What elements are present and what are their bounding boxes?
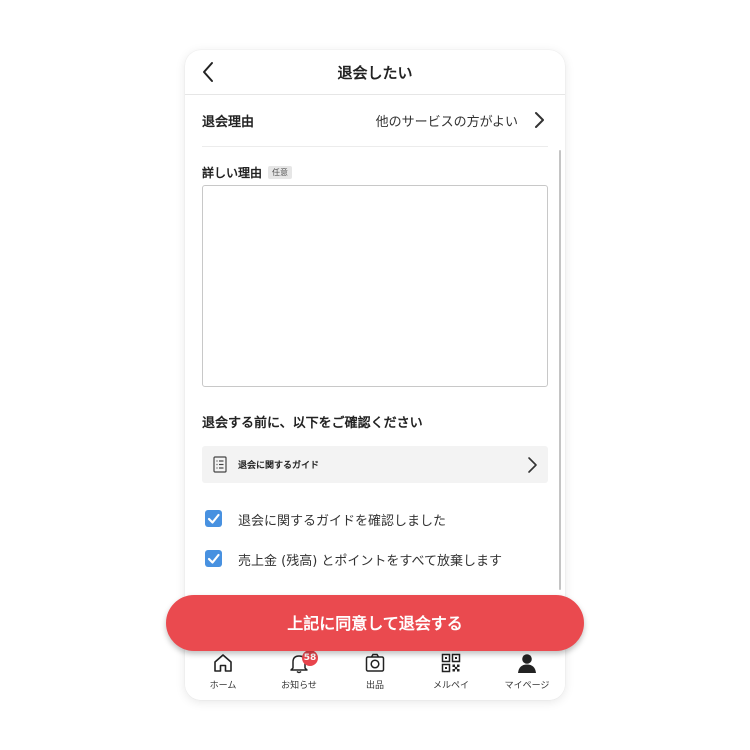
tab-label: お知らせ (281, 681, 317, 691)
checkbox-label: 退会に関するガイドを確認しました (238, 514, 447, 529)
person-icon (518, 654, 536, 673)
chevron-right-icon (535, 112, 544, 128)
tab-label: 出品 (365, 681, 384, 691)
checkbox-label: 売上金 (残高) とポイントをすべて放棄します (238, 554, 502, 569)
guide-link-label: 退会に関するガイド (238, 461, 320, 471)
app-header: 退会したい (185, 50, 565, 95)
checkbox-checked-icon (205, 550, 222, 567)
tab-label: ホーム (209, 681, 237, 691)
detail-reason-label-text: 詳しい理由 (202, 166, 263, 180)
scrollbar[interactable] (559, 150, 561, 590)
tab-merpay[interactable]: メルペイ (413, 652, 489, 698)
checkbox-checked-icon (205, 510, 222, 527)
page-title: 退会したい (337, 64, 413, 82)
confirm-heading: 退会する前に、以下をご確認ください (202, 416, 423, 431)
chevron-right-icon (528, 457, 537, 473)
bottom-tab-bar: ホーム 58 お知らせ 出品 メルペイ マイページ (185, 648, 565, 700)
reason-label: 退会理由 (202, 115, 255, 130)
reason-selector[interactable]: 退会理由 他のサービスの方がよい (202, 94, 548, 147)
agree-withdraw-button[interactable]: 上記に同意して退会する (166, 595, 584, 651)
tab-mypage[interactable]: マイページ (489, 652, 565, 698)
tab-notifications[interactable]: 58 お知らせ (261, 650, 337, 698)
tab-label: マイページ (504, 681, 550, 691)
withdraw-guide-link[interactable]: 退会に関するガイド (202, 446, 548, 483)
tab-label: メルペイ (432, 681, 469, 691)
camera-icon (365, 653, 385, 672)
detail-reason-label: 詳しい理由 任意 (202, 164, 293, 181)
home-icon (214, 654, 232, 672)
optional-badge: 任意 (268, 166, 293, 179)
tab-home[interactable]: ホーム (185, 652, 261, 698)
qr-icon (441, 653, 461, 673)
document-list-icon (213, 456, 227, 473)
reason-value: 他のサービスの方がよい (375, 115, 518, 130)
notification-count-badge: 58 (302, 650, 318, 666)
detail-reason-textarea[interactable] (202, 185, 548, 387)
tab-sell[interactable]: 出品 (337, 652, 413, 698)
